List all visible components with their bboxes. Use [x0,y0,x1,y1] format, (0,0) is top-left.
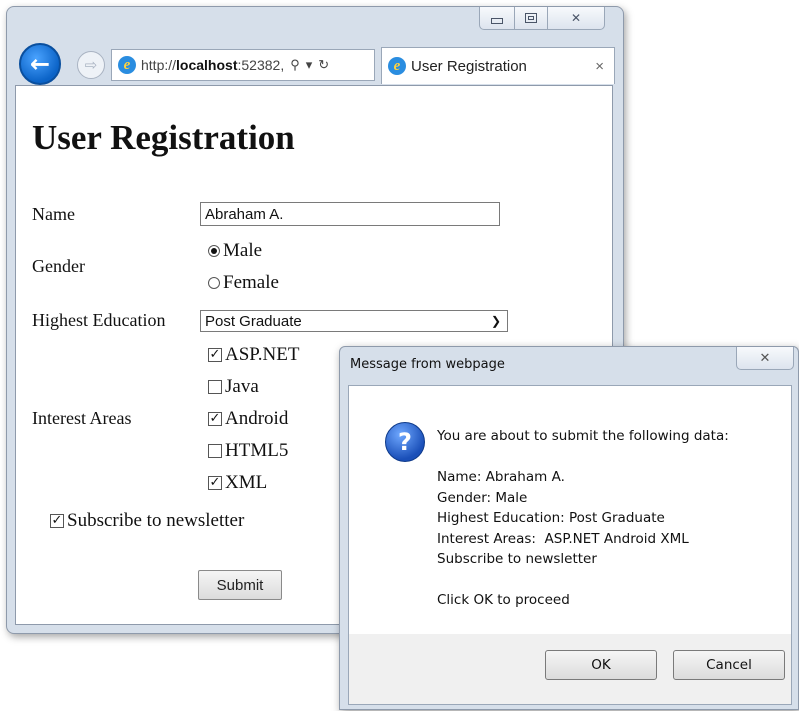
interest-option[interactable]: ✓ ASP.NET [208,344,299,366]
tab-close-icon[interactable]: × [595,58,604,75]
female-radio[interactable] [208,277,220,289]
message-line: Name: Abraham A. [437,469,565,485]
interest-areas-label: Interest Areas [32,408,132,428]
interest-option[interactable]: ✓ Android [208,408,288,430]
interest-label: ASP.NET [225,344,300,365]
male-radio[interactable] [208,245,220,257]
close-icon: ✕ [759,350,771,366]
ok-button[interactable]: OK [545,650,657,680]
tab-title: User Registration [411,57,527,75]
interest-option[interactable]: Java [208,376,259,398]
page-title: User Registration [32,118,295,157]
name-label: Name [32,204,75,224]
dialog-title: Message from webpage [350,357,505,372]
message-line [437,447,729,468]
back-arrow-icon: ← [29,50,51,78]
ie-icon: e [118,56,136,74]
maximize-button[interactable] [515,7,548,30]
education-label: Highest Education [32,310,166,330]
tab-ie-icon: e [388,57,406,75]
interest-option[interactable]: HTML5 [208,440,288,462]
message-line: Gender: Male [437,489,528,506]
url-port: :52382, [237,57,285,73]
minimize-icon [491,18,503,24]
dialog-message: You are about to submit the following da… [437,426,729,611]
html5-checkbox[interactable] [208,444,222,458]
url-prefix: http:// [141,57,177,73]
female-label: Female [223,272,279,293]
back-button[interactable]: ← [19,43,61,85]
interest-label: Java [225,376,259,397]
message-line: Subscribe to newsletter [437,551,597,567]
subscribe-option[interactable]: ✓ Subscribe to newsletter [50,510,244,532]
education-selected-value: Post Graduate [205,312,302,330]
message-line: Interest Areas: ASP.NET Android XML [437,530,689,547]
navigation-bar: ← ⇨ e http://localhost:52382, ⚲ ▾ ↻ e Us… [7,37,623,85]
message-line: Click OK to proceed [437,592,570,608]
window-close-button[interactable]: ✕ [548,7,605,30]
message-line [437,570,729,591]
xml-checkbox[interactable]: ✓ [208,476,222,490]
android-checkbox[interactable]: ✓ [208,412,222,426]
dialog-close-button[interactable]: ✕ [736,347,794,370]
education-select[interactable]: Post Graduate ❯ [200,310,508,332]
close-icon: ✕ [570,11,582,25]
refresh-icon[interactable]: ↻ [318,57,329,73]
restore-icon [525,13,537,23]
search-icon[interactable]: ⚲ [290,57,300,73]
forward-button[interactable]: ⇨ [77,51,105,79]
message-line: Highest Education: Post Graduate [437,510,665,526]
interest-label: HTML5 [225,440,289,461]
address-bar[interactable]: e http://localhost:52382, ⚲ ▾ ↻ [111,49,375,81]
java-checkbox[interactable] [208,380,222,394]
forward-arrow-icon: ⇨ [84,56,98,74]
asp-net-checkbox[interactable]: ✓ [208,348,222,362]
gender-option-female[interactable]: Female [208,272,279,294]
minimize-button[interactable] [479,7,515,30]
message-line: You are about to submit the following da… [437,428,729,444]
dialog-footer: OK Cancel [349,634,791,704]
interest-label: XML [225,472,268,493]
male-label: Male [223,240,263,261]
dialog-body: ? You are about to submit the following … [348,385,792,705]
submit-button[interactable]: Submit [198,570,282,600]
interest-label: Android [225,408,289,429]
url-host: localhost [176,57,238,73]
gender-label: Gender [32,256,85,276]
chevron-down-icon: ❯ [490,314,501,328]
cancel-button[interactable]: Cancel [673,650,785,680]
browser-tab[interactable]: e User Registration × [381,47,615,84]
question-icon: ? [385,422,425,462]
message-dialog: Message from webpage ✕ ? You are about t… [339,346,799,710]
dropdown-icon[interactable]: ▾ [306,57,313,73]
window-caption-buttons: ✕ [479,7,605,33]
interest-option[interactable]: ✓ XML [208,472,267,494]
subscribe-label: Subscribe to newsletter [67,510,245,531]
subscribe-checkbox[interactable]: ✓ [50,514,64,528]
gender-option-male[interactable]: Male [208,240,262,262]
name-input[interactable] [200,202,500,226]
